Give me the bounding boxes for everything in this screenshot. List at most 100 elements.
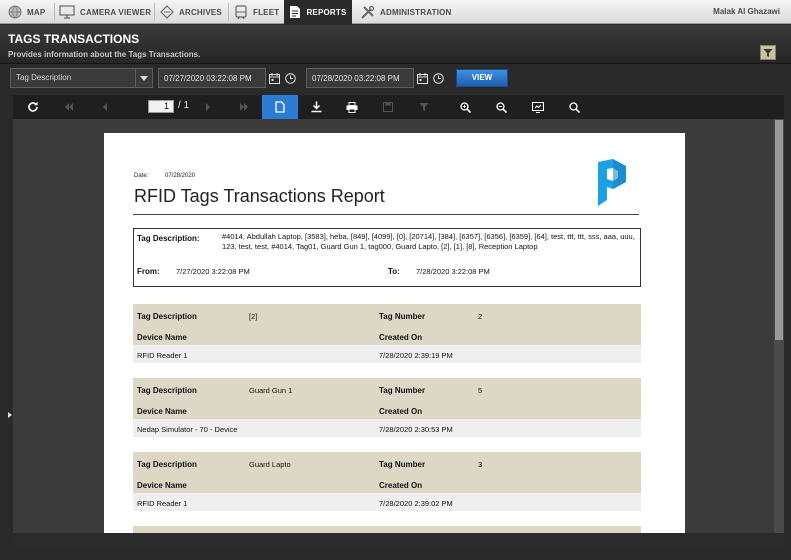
- device-name-cell: RFID Reader 1: [137, 499, 188, 508]
- report-page: Date: 07/28/2020 RFID Tags Transactions …: [104, 133, 685, 533]
- to-datetime-value: 07/28/2020 03:22:08 PM: [312, 74, 400, 83]
- page-total: / 1: [178, 100, 190, 111]
- report-title: RFID Tags Transactions Report: [134, 186, 385, 206]
- company-logo-icon: [598, 159, 626, 206]
- record-header: [133, 526, 641, 533]
- tag-description-cell: [2]: [249, 312, 258, 321]
- current-user-name[interactable]: Malak Al Ghazawi: [713, 0, 780, 24]
- bottom-frame: [0, 547, 791, 560]
- page-number-input[interactable]: 1: [148, 100, 174, 113]
- tag-number-cell: 3: [478, 460, 483, 469]
- from-datetime-value: 07/27/2020 03:22:08 PM: [164, 74, 252, 83]
- tag-number-header: Tag Number: [379, 312, 426, 321]
- nav-label: REPORTS: [306, 7, 347, 17]
- to-label: To:: [388, 267, 400, 276]
- tag-number-header: Tag Number: [379, 386, 426, 395]
- device-name-cell: Nedap Simulator - 70 - Device: [137, 425, 238, 434]
- fit-page-button[interactable]: [520, 95, 556, 119]
- nav-item-camera-viewer[interactable]: CAMERA VIEWER: [59, 0, 152, 24]
- title-divider: [133, 214, 639, 215]
- nav-item-archives[interactable]: ARCHIVES: [160, 0, 226, 24]
- clock-icon[interactable]: [283, 71, 297, 85]
- report-date-label: Date:: [134, 173, 149, 179]
- zoom-out-button[interactable]: [483, 95, 519, 119]
- nav-divider: [154, 3, 155, 21]
- device-name-header: Device Name: [137, 481, 187, 490]
- viewer-filter-button[interactable]: [406, 95, 442, 119]
- download-icon: [311, 101, 321, 113]
- nav-label: ARCHIVES: [179, 7, 222, 17]
- filter-toggle-button[interactable]: [760, 45, 776, 60]
- expand-panel-arrow-icon[interactable]: [8, 412, 12, 418]
- previous-page-button[interactable]: [87, 95, 123, 119]
- nav-item-map[interactable]: MAP: [8, 0, 52, 24]
- zoom-in-button[interactable]: [447, 95, 483, 119]
- filter-icon: [419, 103, 429, 111]
- page-title: TAGS TRANSACTIONS: [8, 32, 140, 46]
- print-button[interactable]: [334, 95, 370, 119]
- tag-filter-value: Tag Description: [16, 73, 72, 82]
- monitor-icon: [59, 5, 75, 19]
- report-document-icon: [290, 6, 301, 18]
- archive-diamond-icon: [160, 5, 174, 19]
- created-on-header: Created On: [379, 481, 423, 490]
- tag-filter-dropdown[interactable]: Tag Description: [10, 68, 153, 88]
- nav-item-reports[interactable]: REPORTS: [284, 0, 352, 24]
- from-value: 7/27/2020 3:22:08 PM: [176, 267, 250, 276]
- refresh-icon: [28, 101, 38, 112]
- page-header: TAGS TRANSACTIONS Provides information a…: [0, 25, 791, 64]
- next-page-button[interactable]: [190, 95, 226, 119]
- to-datetime-field[interactable]: 07/28/2020 03:22:08 PM: [306, 68, 414, 88]
- tag-description-header: Tag Description: [137, 386, 197, 395]
- first-page-button[interactable]: [51, 95, 87, 119]
- vertical-scrollbar[interactable]: [774, 119, 784, 533]
- transaction-record: Tag Description Guard Lapto Tag Number 3…: [133, 452, 641, 514]
- print-icon: [346, 101, 358, 113]
- nav-label: CAMERA VIEWER: [80, 7, 152, 17]
- scrollbar-thumb[interactable]: [775, 120, 783, 340]
- single-page-view-button[interactable]: [262, 95, 298, 119]
- nav-divider: [228, 3, 229, 21]
- search-icon: [568, 101, 580, 113]
- chevron-down-icon[interactable]: [135, 69, 152, 87]
- created-on-header: Created On: [379, 333, 423, 342]
- bus-icon: [235, 4, 247, 19]
- next-page-icon: [206, 103, 210, 111]
- download-button[interactable]: [298, 95, 334, 119]
- save-button[interactable]: [370, 95, 406, 119]
- single-page-icon: [275, 101, 285, 113]
- tag-description-label: Tag Description:: [137, 234, 200, 243]
- from-datetime-field[interactable]: 07/27/2020 03:22:08 PM: [158, 68, 266, 88]
- tools-icon: [361, 5, 375, 19]
- previous-page-icon: [103, 103, 107, 111]
- nav-item-fleet[interactable]: FLEET: [234, 0, 282, 24]
- globe-icon: [8, 5, 22, 19]
- nav-label: ADMINISTRATION: [380, 7, 452, 17]
- device-name-cell: RFID Reader 1: [137, 351, 188, 360]
- nav-label: FLEET: [253, 7, 280, 17]
- calendar-icon[interactable]: [415, 71, 429, 85]
- report-date: 07/28/2020: [165, 173, 196, 179]
- created-on-cell: 7/28/2020 2:30:53 PM: [379, 425, 453, 434]
- report-parameters-box: Tag Description: #4014, Abdullah Laptop,…: [133, 228, 641, 287]
- nav-item-administration[interactable]: ADMINISTRATION: [360, 0, 460, 24]
- created-on-header: Created On: [379, 407, 423, 416]
- clock-icon[interactable]: [431, 71, 445, 85]
- first-page-icon: [65, 103, 73, 111]
- from-label: From:: [137, 267, 160, 276]
- nav-divider: [54, 3, 55, 21]
- view-button[interactable]: VIEW: [456, 69, 508, 87]
- search-button[interactable]: [556, 95, 592, 119]
- last-page-button[interactable]: [226, 95, 262, 119]
- created-on-cell: 7/28/2020 2:39:02 PM: [379, 499, 453, 508]
- transaction-record: Tag Description Guard Gun 1 Tag Number 5…: [133, 378, 641, 440]
- top-navigation-bar: MAP CAMERA VIEWER ARCHIVES FLEET REPORTS…: [0, 0, 791, 24]
- tag-number-cell: 5: [478, 386, 483, 395]
- filter-icon: [763, 48, 773, 57]
- tag-description-header: Tag Description: [137, 312, 197, 321]
- save-icon: [383, 102, 393, 112]
- created-on-cell: 7/28/2020 2:39:19 PM: [379, 351, 453, 360]
- transaction-record: Tag Description [2] Tag Number 2 Device …: [133, 304, 641, 366]
- calendar-icon[interactable]: [267, 71, 281, 85]
- refresh-button[interactable]: [15, 95, 51, 119]
